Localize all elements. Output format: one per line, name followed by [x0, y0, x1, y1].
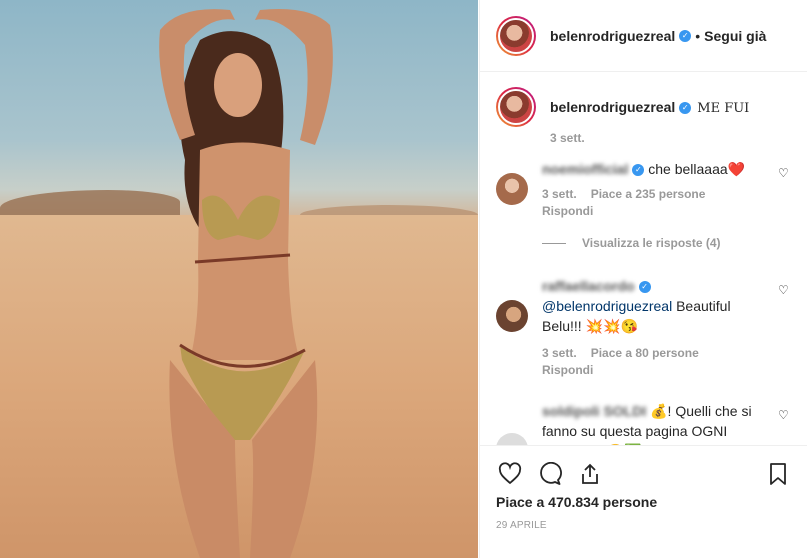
commenter-avatar[interactable]: [496, 433, 528, 445]
reply-button[interactable]: Rispondi: [542, 204, 770, 218]
comment-body: soldipoli SOLDI 💰! Quelli che si fanno s…: [542, 401, 792, 445]
view-replies-button[interactable]: Visualizza le risposte (4): [542, 236, 792, 250]
comment-body: raffaellacordo ✓ @belenrodriguezreal Beau…: [542, 276, 792, 377]
replies-divider: [542, 242, 566, 244]
instagram-post-modal: belenrodriguezreal ✓ • Segui già belenro…: [0, 0, 807, 558]
comment-item: soldipoli SOLDI 💰! Quelli che si fanno s…: [496, 401, 792, 445]
reply-button[interactable]: Rispondi: [542, 363, 770, 377]
likes-count[interactable]: Piace a 470.834 persone: [496, 494, 792, 510]
comment-text: che bellaaaa❤️: [648, 161, 746, 177]
comments-scroll-area[interactable]: belenrodriguezreal ✓ ME FUI 3 sett. noemio…: [480, 73, 807, 445]
header-meta: belenrodriguezreal ✓ • Segui già: [550, 28, 766, 44]
comment-age[interactable]: 3 sett.: [542, 187, 577, 201]
comment-author[interactable]: noemiofficial: [542, 161, 628, 177]
comment-line: soldipoli SOLDI 💰! Quelli che si fanno s…: [542, 401, 770, 445]
comment-like-heart-icon[interactable]: ♡: [778, 409, 790, 421]
comment-meta: 3 sett. Piace a 80 persone: [542, 346, 770, 360]
post-actions: Piace a 470.834 persone 29 APRILE: [480, 445, 807, 558]
woman-figure: [159, 9, 333, 558]
comment-like-heart-icon[interactable]: ♡: [778, 284, 790, 296]
comment-author[interactable]: soldipoli: [542, 403, 600, 419]
comment-meta: 3 sett. Piace a 235 persone: [542, 187, 770, 201]
comment-age[interactable]: 3 sett.: [542, 346, 577, 360]
separator-dot: •: [695, 27, 701, 44]
comment-author-suffix: SOLDI: [599, 403, 647, 419]
caption-age[interactable]: 3 sett.: [550, 131, 585, 145]
comment-likes[interactable]: Piace a 80 persone: [591, 346, 699, 360]
caption-body: belenrodriguezreal ✓ ME FUI 3 sett.: [550, 87, 792, 145]
commenter-avatar[interactable]: [496, 300, 528, 332]
verified-badge-icon: ✓: [679, 29, 692, 42]
comment-line: noemiofficial ✓ che bellaaaa❤️: [542, 159, 770, 179]
follow-button[interactable]: Segui già: [704, 28, 766, 44]
verified-badge-icon: ✓: [679, 102, 692, 115]
comment-author[interactable]: raffaellacordo: [542, 278, 635, 294]
post-header: belenrodriguezreal ✓ • Segui già: [480, 0, 807, 72]
post-side-panel: belenrodriguezreal ✓ • Segui già belenro…: [479, 0, 807, 558]
comment-item: raffaellacordo ✓ @belenrodriguezreal Beau…: [496, 276, 792, 377]
caption-author-avatar[interactable]: [496, 87, 536, 127]
post-caption: belenrodriguezreal ✓ ME FUI 3 sett.: [496, 73, 792, 145]
share-icon[interactable]: [576, 460, 604, 488]
comment-like-heart-icon[interactable]: ♡: [778, 167, 790, 179]
caption-author[interactable]: belenrodriguezreal: [550, 99, 675, 115]
commenter-avatar[interactable]: [496, 173, 528, 205]
author-avatar[interactable]: [496, 15, 536, 56]
comment-line: raffaellacordo ✓: [542, 276, 770, 296]
comment-line: @belenrodriguezreal Beautiful Belu!!! 💥💥…: [542, 296, 770, 336]
comment-icon[interactable]: [536, 460, 564, 488]
caption-meta: 3 sett.: [550, 131, 792, 145]
post-photo[interactable]: [0, 0, 478, 558]
heart-icon[interactable]: [496, 460, 524, 488]
post-date[interactable]: 29 APRILE: [496, 520, 792, 531]
bookmark-icon[interactable]: [764, 460, 792, 488]
view-replies-label: Visualizza le risposte (4): [582, 236, 721, 250]
caption-line: belenrodriguezreal ✓ ME FUI: [550, 87, 792, 119]
comment-mention[interactable]: @belenrodriguezreal: [542, 298, 672, 314]
comment-body: noemiofficial ✓ che bellaaaa❤️ 3 sett. Pia…: [542, 159, 792, 218]
comment-likes[interactable]: Piace a 235 persone: [591, 187, 706, 201]
author-username[interactable]: belenrodriguezreal: [550, 28, 675, 44]
caption-text: ME FUI: [697, 101, 750, 116]
comment-item: noemiofficial ✓ che bellaaaa❤️ 3 sett. Pia…: [496, 159, 792, 218]
verified-badge-icon: ✓: [638, 281, 651, 294]
verified-badge-icon: ✓: [632, 164, 645, 177]
action-icons: [496, 454, 792, 494]
